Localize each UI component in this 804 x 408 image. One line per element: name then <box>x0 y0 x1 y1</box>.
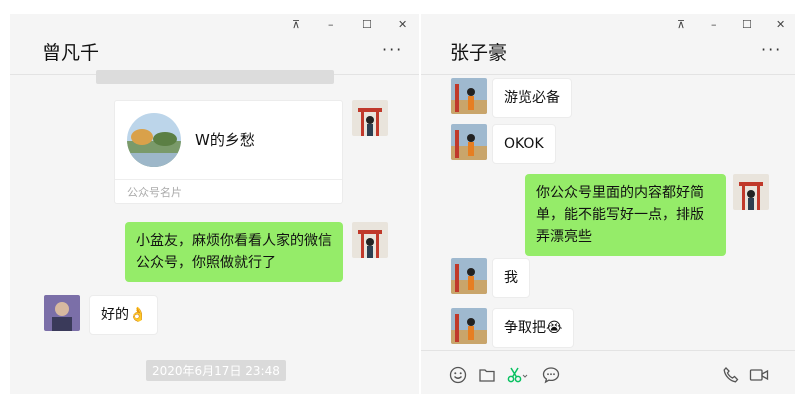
scissors-icon[interactable] <box>506 366 528 386</box>
contact-name: 曾凡千 <box>42 42 100 64</box>
message-bubble-outgoing[interactable]: 你公众号里面的内容都好简单，能不能写好一点，排版弄漂亮些 <box>525 174 726 256</box>
more-options-icon[interactable]: ··· <box>382 40 403 59</box>
video-icon[interactable] <box>749 366 769 386</box>
input-area-divider <box>421 350 795 351</box>
maximize-button[interactable]: ☐ <box>362 18 372 32</box>
cut-timestamp <box>96 70 334 84</box>
self-avatar[interactable] <box>352 222 388 258</box>
self-avatar[interactable] <box>733 174 769 210</box>
right-chat-window: ⊼ – ☐ ✕ 张子豪 ··· 游览必备 OKOK 你公众号里面的内容都好简单，… <box>421 14 795 394</box>
message-bubble-incoming[interactable]: 我 <box>492 258 530 298</box>
header-divider <box>421 74 795 75</box>
close-button[interactable]: ✕ <box>398 18 407 32</box>
card-subtitle: 公众号名片 <box>115 179 342 203</box>
contact-avatar[interactable] <box>451 124 487 160</box>
contact-name: 张子豪 <box>450 42 508 64</box>
close-button[interactable]: ✕ <box>776 18 785 32</box>
folder-icon[interactable] <box>477 366 497 386</box>
message-bubble-incoming[interactable]: 争取把😭 <box>492 308 575 348</box>
contact-avatar[interactable] <box>451 308 487 344</box>
phone-icon[interactable] <box>721 366 741 386</box>
message-bubble-outgoing[interactable]: 小盆友，麻烦你看看人家的微信公众号，你照做就行了 <box>125 222 343 282</box>
contact-avatar[interactable] <box>451 78 487 114</box>
maximize-button[interactable]: ☐ <box>742 18 752 32</box>
message-timestamp: 2020年6月17日 23:48 <box>146 360 286 381</box>
pin-icon[interactable]: ⊼ <box>292 18 300 32</box>
message-bubble-incoming[interactable]: 好的👌 <box>89 295 159 335</box>
minimize-button[interactable]: – <box>711 18 717 32</box>
minimize-button[interactable]: – <box>328 18 334 32</box>
contact-avatar[interactable] <box>44 295 80 331</box>
message-bubble-incoming[interactable]: 游览必备 <box>492 78 572 118</box>
official-account-card[interactable]: W的乡愁 公众号名片 <box>114 100 343 204</box>
more-options-icon[interactable]: ··· <box>761 40 782 59</box>
chat-history-icon[interactable] <box>541 366 561 386</box>
contact-avatar[interactable] <box>451 258 487 294</box>
pin-icon[interactable]: ⊼ <box>677 18 685 32</box>
emoji-icon[interactable] <box>448 366 468 386</box>
self-avatar[interactable] <box>352 100 388 136</box>
card-title: W的乡愁 <box>195 131 255 149</box>
left-chat-window: ⊼ – ☐ ✕ 曾凡千 ··· W的乡愁 公众号名片 小盆友，麻烦你看看人家的微… <box>10 14 419 394</box>
card-avatar <box>127 113 181 167</box>
message-bubble-incoming[interactable]: OKOK <box>492 124 556 164</box>
